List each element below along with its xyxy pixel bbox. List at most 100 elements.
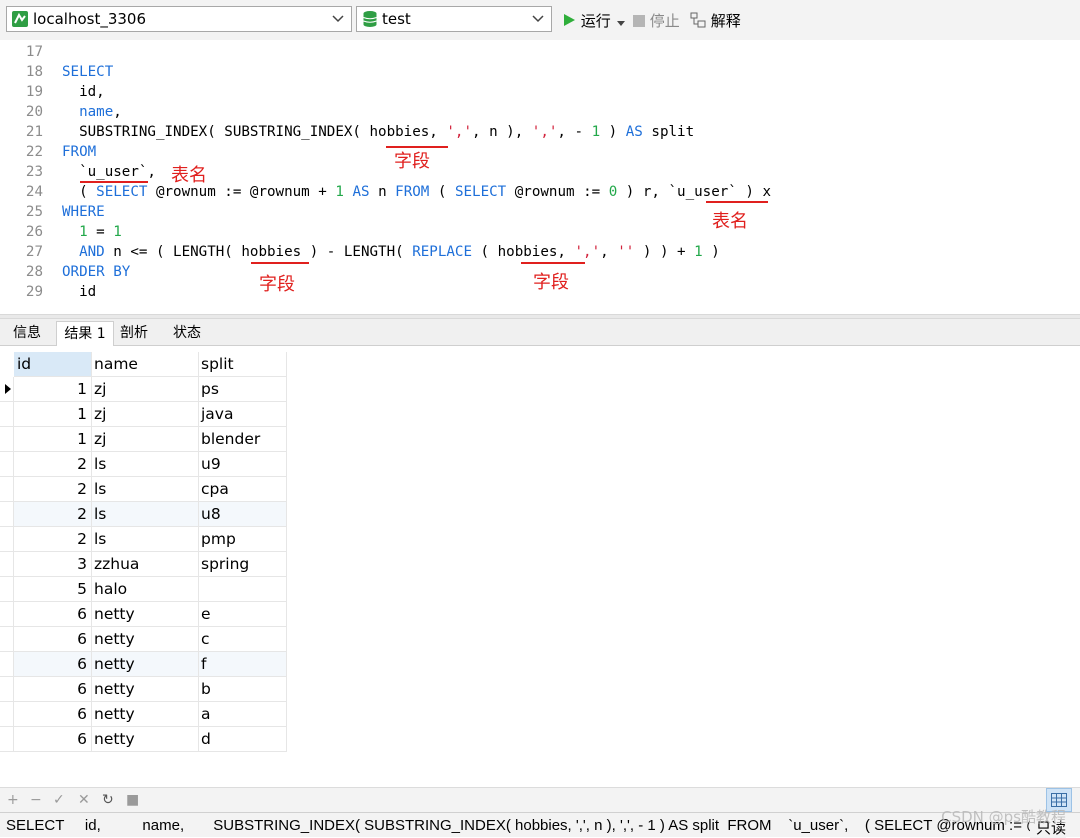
code-text: `u_user`, [62,164,156,180]
row-indicator[interactable] [0,727,14,752]
cell-split[interactable] [199,577,287,602]
cell-split[interactable]: cpa [199,477,287,502]
cell-name[interactable]: netty [92,602,199,627]
tab-status[interactable]: 状态 [165,321,209,346]
cell-name[interactable]: ls [92,452,199,477]
column-header-id[interactable]: id [14,352,92,377]
cell-name[interactable]: ls [92,477,199,502]
cell-id[interactable]: 1 [14,402,92,427]
connection-select[interactable]: localhost_3306 [6,6,352,32]
watermark: CSDN @ps酷教程 [941,808,1066,826]
cell-name[interactable]: zzhua [92,552,199,577]
apply-icon[interactable]: ✓ [53,792,65,808]
cell-name[interactable]: zj [92,377,199,402]
cell-id[interactable]: 6 [14,602,92,627]
row-indicator[interactable] [0,677,14,702]
cell-name[interactable]: ls [92,502,199,527]
row-indicator[interactable] [0,402,14,427]
cell-name[interactable]: netty [92,677,199,702]
cell-name[interactable]: netty [92,702,199,727]
cell-split[interactable]: blender [199,427,287,452]
cell-split[interactable]: u9 [199,452,287,477]
cell-id[interactable]: 6 [14,677,92,702]
table-row[interactable]: 3 zzhua spring [0,552,287,577]
row-indicator[interactable] [0,377,14,402]
cell-name[interactable]: zj [92,402,199,427]
row-indicator[interactable] [0,702,14,727]
cell-name[interactable]: netty [92,727,199,752]
cell-id[interactable]: 2 [14,477,92,502]
table-row[interactable]: 1 zj blender [0,427,287,452]
database-select[interactable]: test [356,6,552,32]
cell-id[interactable]: 1 [14,377,92,402]
table-row[interactable]: 5 halo [0,577,287,602]
row-indicator[interactable] [0,477,14,502]
cell-split[interactable]: e [199,602,287,627]
run-button[interactable]: 运行 [562,10,611,31]
cell-id[interactable]: 2 [14,527,92,552]
cell-split[interactable]: spring [199,552,287,577]
cell-split[interactable]: u8 [199,502,287,527]
row-indicator[interactable] [0,427,14,452]
cell-split[interactable]: d [199,727,287,752]
table-row[interactable]: 6 netty b [0,677,287,702]
cell-split[interactable]: f [199,652,287,677]
cell-name[interactable]: netty [92,627,199,652]
stop-button[interactable]: 停止 [633,10,680,31]
delete-record-icon[interactable]: − [30,792,42,808]
cell-split[interactable]: pmp [199,527,287,552]
table-row[interactable]: 6 netty d [0,727,287,752]
table-row[interactable]: 6 netty e [0,602,287,627]
cell-split[interactable]: ps [199,377,287,402]
table-row[interactable]: 6 netty f [0,652,287,677]
table-row[interactable]: 6 netty c [0,627,287,652]
cell-id[interactable]: 3 [14,552,92,577]
table-row[interactable]: 2 ls u8 [0,502,287,527]
grid-header: id name split [0,352,287,377]
run-dropdown[interactable] [617,13,625,31]
row-indicator[interactable] [0,502,14,527]
toolbar: localhost_3306 test 运行 停止 解释 [0,0,1080,40]
row-indicator[interactable] [0,552,14,577]
cell-id[interactable]: 2 [14,452,92,477]
cell-id[interactable]: 6 [14,727,92,752]
table-row[interactable]: 1 zj java [0,402,287,427]
chevron-down-icon [532,15,544,23]
cell-id[interactable]: 6 [14,652,92,677]
column-header-name[interactable]: name [92,352,199,377]
discard-icon[interactable]: ✕ [78,792,90,808]
row-indicator[interactable] [0,577,14,602]
cell-name[interactable]: halo [92,577,199,602]
add-record-icon[interactable]: + [7,792,19,808]
stop-icon[interactable]: ■ [126,792,139,808]
table-row[interactable]: 2 ls u9 [0,452,287,477]
cell-id[interactable]: 2 [14,502,92,527]
cell-id[interactable]: 6 [14,627,92,652]
tab-result-1[interactable]: 结果 1 [56,321,114,347]
cell-id[interactable]: 6 [14,702,92,727]
table-row[interactable]: 1 zj ps [0,377,287,402]
row-indicator[interactable] [0,602,14,627]
cell-name[interactable]: netty [92,652,199,677]
refresh-icon[interactable]: ↻ [102,792,114,808]
table-row[interactable]: 6 netty a [0,702,287,727]
cell-split[interactable]: c [199,627,287,652]
cell-name[interactable]: zj [92,427,199,452]
tab-profile[interactable]: 剖析 [113,321,155,346]
cell-split[interactable]: b [199,677,287,702]
table-row[interactable]: 2 ls cpa [0,477,287,502]
tab-info[interactable]: 信息 [2,321,52,346]
cell-split[interactable]: a [199,702,287,727]
row-indicator[interactable] [0,627,14,652]
row-indicator[interactable] [0,652,14,677]
table-row[interactable]: 2 ls pmp [0,527,287,552]
cell-id[interactable]: 1 [14,427,92,452]
cell-split[interactable]: java [199,402,287,427]
line-number: 26 [25,224,43,240]
explain-button[interactable]: 解释 [690,10,741,31]
column-header-split[interactable]: split [199,352,287,377]
cell-id[interactable]: 5 [14,577,92,602]
row-indicator[interactable] [0,527,14,552]
row-indicator[interactable] [0,452,14,477]
cell-name[interactable]: ls [92,527,199,552]
